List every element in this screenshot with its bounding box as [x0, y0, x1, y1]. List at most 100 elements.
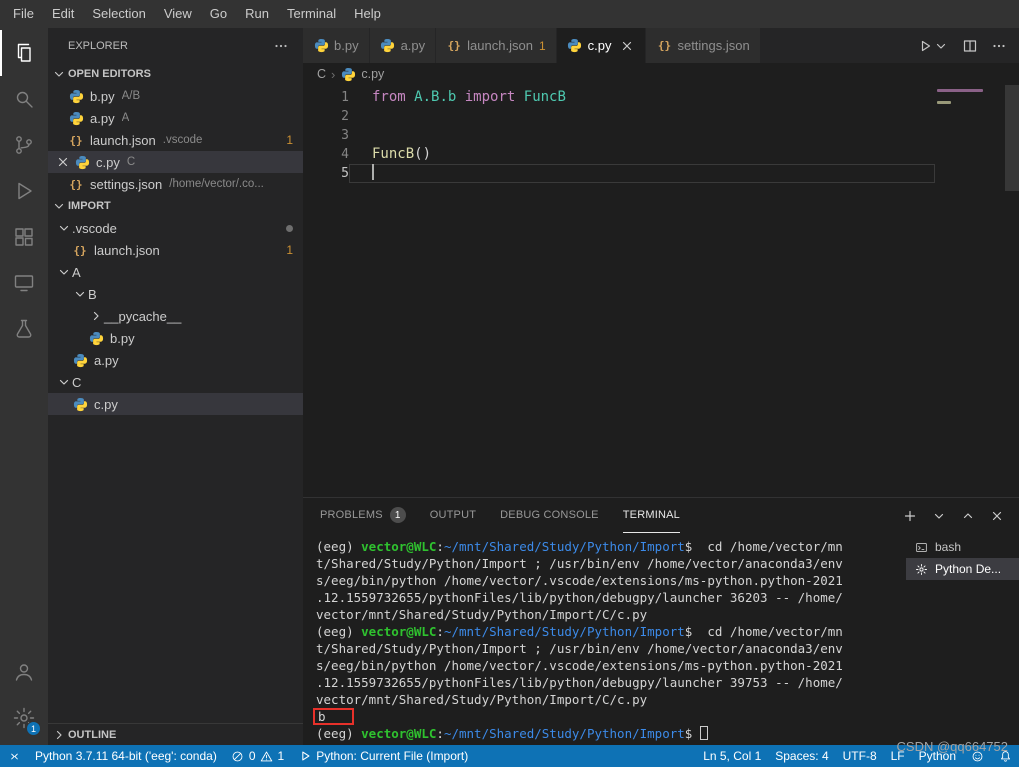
activity-run-debug[interactable]	[0, 168, 48, 214]
explorer-sidebar: EXPLORER OPEN EDITORS b.pyA/Ba.pyA{}laun…	[48, 28, 303, 745]
file-launch.json[interactable]: {}launch.json1	[48, 239, 303, 261]
json-file-icon: {}	[68, 176, 84, 192]
chevron-down-icon	[933, 38, 949, 54]
activity-account[interactable]	[0, 649, 48, 695]
python-file-icon	[340, 66, 356, 82]
close-panel-button[interactable]	[989, 508, 1005, 524]
menu-terminal[interactable]: Terminal	[278, 0, 345, 28]
status-python-interpreter[interactable]: Python 3.7.11 64-bit ('eeg': conda)	[28, 745, 224, 767]
more-actions-button[interactable]	[991, 38, 1007, 54]
file-c.py[interactable]: c.py	[48, 393, 303, 415]
panel-tab-debug-console[interactable]: DEBUG CONSOLE	[500, 498, 599, 533]
menu-edit[interactable]: Edit	[43, 0, 83, 28]
tab-settings.json[interactable]: {}settings.json	[646, 28, 760, 63]
panel-tabs: PROBLEMS1 OUTPUT DEBUG CONSOLE TERMINAL	[320, 498, 704, 533]
folder-__pycache__[interactable]: __pycache__	[48, 305, 303, 327]
split-editor-button[interactable]	[962, 38, 978, 54]
status-remote-indicator[interactable]	[0, 745, 28, 767]
activity-source-control[interactable]	[0, 122, 48, 168]
chevron-down-icon	[51, 198, 67, 214]
panel-tab-output[interactable]: OUTPUT	[430, 498, 476, 533]
file-a.py[interactable]: a.py	[48, 349, 303, 371]
run-debug-icon	[12, 179, 36, 203]
panel-tab-problems[interactable]: PROBLEMS1	[320, 498, 406, 533]
problems-badge: 1	[539, 39, 546, 53]
terminal-output[interactable]: (eeg) vector@WLC:~/mnt/Shared/Study/Pyth…	[303, 533, 906, 745]
line-number: 3	[303, 126, 349, 145]
tab-launch.json[interactable]: {}launch.json1	[436, 28, 556, 63]
activity-explorer[interactable]	[0, 30, 48, 76]
folder-A[interactable]: A	[48, 261, 303, 283]
menu-run[interactable]: Run	[236, 0, 278, 28]
tab-b.py[interactable]: b.py	[303, 28, 370, 63]
status-cursor-position[interactable]: Ln 5, Col 1	[696, 745, 768, 767]
activity-settings[interactable]: 1	[0, 695, 48, 741]
menu-view[interactable]: View	[155, 0, 201, 28]
json-file-icon: {}	[68, 132, 84, 148]
terminal-tab-python-de-[interactable]: Python De...	[906, 558, 1019, 580]
open-editor-settings.json[interactable]: {}settings.json/home/vector/.co...	[48, 173, 303, 195]
terminal-line: .12.1559732655/pythonFiles/lib/python/de…	[316, 589, 906, 606]
run-python-file-button[interactable]	[917, 38, 949, 54]
status-debug-configuration[interactable]: Python: Current File (Import)	[291, 745, 475, 767]
more-actions-icon[interactable]	[273, 38, 289, 54]
workbench: 1 EXPLORER OPEN EDITORS b.pyA/Ba.pyA{}la…	[0, 28, 1019, 745]
activity-testing[interactable]	[0, 306, 48, 352]
status-problems[interactable]: 01	[224, 745, 291, 767]
editor-scrollbar[interactable]	[1005, 85, 1019, 497]
maximize-panel-button[interactable]	[960, 508, 976, 524]
folder-.vscode[interactable]: .vscode	[48, 217, 303, 239]
tab-label: c.py	[588, 38, 612, 53]
settings-badge: 1	[26, 721, 41, 736]
status-encoding[interactable]: UTF-8	[836, 745, 884, 767]
close-icon[interactable]	[55, 154, 71, 170]
status-language-mode[interactable]: Python	[912, 745, 963, 767]
warning-icon	[260, 749, 274, 763]
tab-c.py[interactable]: c.py	[557, 28, 647, 63]
tab-a.py[interactable]: a.py	[370, 28, 437, 63]
outline-header[interactable]: OUTLINE	[48, 723, 303, 745]
activity-extensions[interactable]	[0, 214, 48, 260]
panel-tab-terminal[interactable]: TERMINAL	[623, 498, 680, 533]
menu-go[interactable]: Go	[201, 0, 236, 28]
menu-selection[interactable]: Selection	[83, 0, 154, 28]
scrollbar-thumb[interactable]	[1005, 85, 1019, 191]
status-indentation[interactable]: Spaces: 4	[768, 745, 835, 767]
activity-search[interactable]	[0, 76, 48, 122]
code-editor[interactable]: 1from A.B.b import FuncB234FuncB()5	[303, 85, 1019, 497]
open-editor-launch.json[interactable]: {}launch.json.vscode1	[48, 129, 303, 151]
new-terminal-button[interactable]	[902, 508, 918, 524]
menu-file[interactable]: File	[4, 0, 43, 28]
file-b.py[interactable]: b.py	[48, 327, 303, 349]
status-eol[interactable]: LF	[884, 745, 912, 767]
terminal-line: vector/mnt/Shared/Study/Python/Import/C/…	[316, 606, 906, 623]
folder-name: B	[88, 287, 97, 302]
bell-icon	[998, 749, 1012, 763]
file-name: a.py	[94, 353, 119, 368]
breadcrumb-file[interactable]: c.py	[361, 67, 384, 81]
activity-remote-explorer[interactable]	[0, 260, 48, 306]
folder-B[interactable]: B	[48, 283, 303, 305]
breadcrumb[interactable]: C › c.py	[303, 63, 1019, 85]
panel-body: (eeg) vector@WLC:~/mnt/Shared/Study/Pyth…	[303, 533, 1019, 745]
open-editor-c.py[interactable]: c.pyC	[48, 151, 303, 173]
terminal-line: (eeg) vector@WLC:~/mnt/Shared/Study/Pyth…	[316, 623, 906, 640]
terminal-tab-bash[interactable]: bash	[906, 536, 1019, 558]
status-feedback[interactable]	[963, 745, 991, 767]
status-text: Spaces: 4	[775, 749, 828, 763]
breadcrumb-folder[interactable]: C	[317, 67, 326, 81]
minimap[interactable]	[935, 85, 1005, 497]
open-editor-a.py[interactable]: a.pyA	[48, 107, 303, 129]
close-tab-icon[interactable]	[619, 38, 635, 54]
terminal-dropdown-button[interactable]	[931, 508, 947, 524]
open-editor-b.py[interactable]: b.pyA/B	[48, 85, 303, 107]
open-editors-header[interactable]: OPEN EDITORS	[48, 63, 303, 85]
outline-label: OUTLINE	[68, 729, 116, 741]
python-file-icon	[313, 38, 329, 54]
status-text: 1	[278, 749, 285, 763]
status-notifications[interactable]	[991, 745, 1019, 767]
folder-C[interactable]: C	[48, 371, 303, 393]
folder-name: __pycache__	[104, 309, 181, 324]
folder-section-header[interactable]: IMPORT	[48, 195, 303, 217]
menu-help[interactable]: Help	[345, 0, 390, 28]
